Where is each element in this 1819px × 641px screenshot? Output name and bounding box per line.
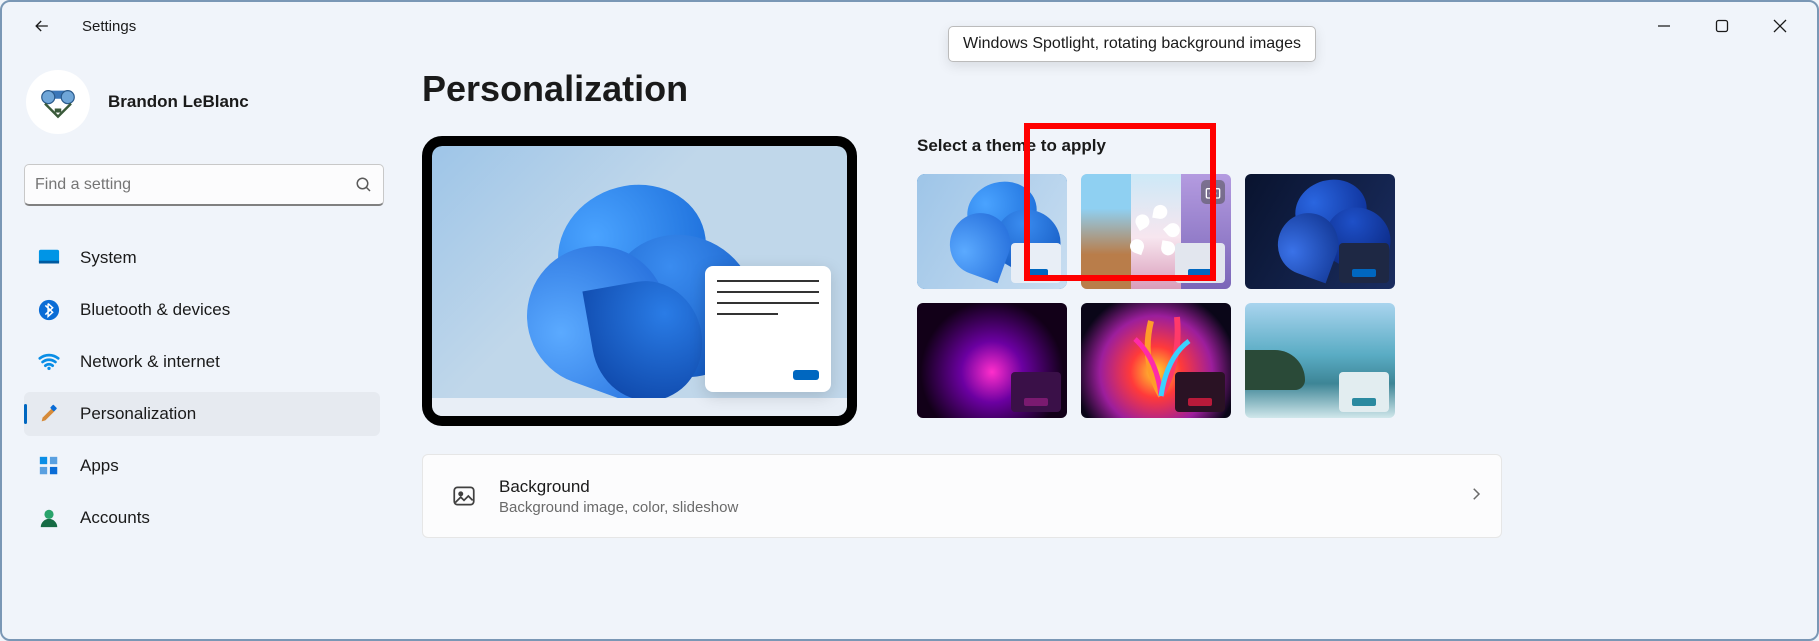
- desktop-preview: [422, 136, 857, 426]
- maximize-icon: [1715, 19, 1729, 33]
- chevron-right-icon: [1467, 485, 1485, 508]
- back-button[interactable]: [22, 6, 62, 46]
- sidebar-item-network[interactable]: Network & internet: [24, 340, 380, 384]
- window-controls: [1635, 6, 1809, 46]
- setting-row-background[interactable]: Background Background image, color, slid…: [422, 454, 1502, 538]
- search-icon: [355, 176, 373, 194]
- system-icon: [38, 247, 60, 269]
- maximize-button[interactable]: [1693, 6, 1751, 46]
- bluetooth-icon: [38, 299, 60, 321]
- arrow-left-icon: [32, 16, 52, 36]
- sidebar-item-label: Personalization: [80, 404, 196, 424]
- theme-tile-glow[interactable]: [917, 303, 1067, 418]
- minimize-icon: [1657, 19, 1671, 33]
- sidebar-item-accounts[interactable]: Accounts: [24, 496, 380, 540]
- theme-tile-captured-motion[interactable]: [1245, 303, 1395, 418]
- user-profile[interactable]: Brandon LeBlanc: [26, 70, 380, 134]
- camera-icon: [1201, 180, 1225, 204]
- titlebar-title: Settings: [82, 18, 136, 35]
- avatar-image: [32, 83, 84, 121]
- search-input[interactable]: [35, 176, 355, 194]
- sidebar-item-personalization[interactable]: Personalization: [24, 392, 380, 436]
- apps-icon: [38, 455, 60, 477]
- theme-tile-flow[interactable]: [1081, 303, 1231, 418]
- tooltip: Windows Spotlight, rotating background i…: [948, 26, 1316, 62]
- setting-title: Background: [499, 477, 1467, 497]
- settings-window: Settings Brandon LeBlanc: [0, 0, 1819, 641]
- close-button[interactable]: [1751, 6, 1809, 46]
- sidebar-item-label: Accounts: [80, 508, 150, 528]
- setting-subtitle: Background image, color, slideshow: [499, 499, 1467, 516]
- sidebar: Brandon LeBlanc System Bluetooth & devic…: [2, 50, 392, 639]
- paintbrush-icon: [38, 403, 60, 425]
- theme-tile-windows-dark[interactable]: [1245, 174, 1395, 289]
- titlebar: Settings: [2, 2, 1817, 50]
- sidebar-item-label: System: [80, 248, 137, 268]
- page-title: Personalization: [422, 68, 1787, 110]
- user-name: Brandon LeBlanc: [108, 92, 249, 112]
- avatar: [26, 70, 90, 134]
- wifi-icon: [38, 351, 60, 373]
- sidebar-item-label: Bluetooth & devices: [80, 300, 230, 320]
- sidebar-item-apps[interactable]: Apps: [24, 444, 380, 488]
- themes-header: Select a theme to apply: [917, 136, 1395, 156]
- sidebar-item-label: Network & internet: [80, 352, 220, 372]
- sidebar-item-system[interactable]: System: [24, 236, 380, 280]
- themes-grid: [917, 174, 1395, 418]
- image-icon: [451, 483, 477, 509]
- close-icon: [1772, 18, 1788, 34]
- minimize-button[interactable]: [1635, 6, 1693, 46]
- theme-tile-windows-spotlight[interactable]: [1081, 174, 1231, 289]
- sidebar-item-label: Apps: [80, 456, 119, 476]
- theme-tile-windows-light[interactable]: [917, 174, 1067, 289]
- person-icon: [38, 507, 60, 529]
- sidebar-item-bluetooth[interactable]: Bluetooth & devices: [24, 288, 380, 332]
- nav-list: System Bluetooth & devices Network & int…: [24, 236, 380, 540]
- main-content: Personalization: [392, 50, 1817, 639]
- search-box[interactable]: [24, 164, 384, 206]
